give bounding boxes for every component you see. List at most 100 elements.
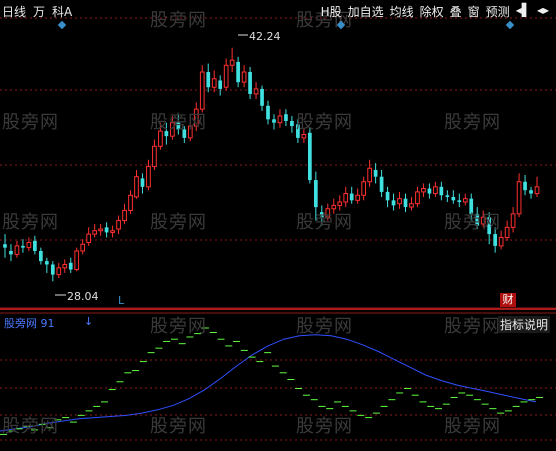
candle-body <box>433 186 438 195</box>
chart-toolbar: H股 加自选 均线 除权 叠 窗 预测 ◂▌ ◂▸ <box>318 3 552 20</box>
candle-body <box>457 200 462 203</box>
candle-body <box>134 176 139 198</box>
candle-body <box>26 242 32 249</box>
candle-body <box>331 204 337 210</box>
candle-body <box>504 226 510 238</box>
candle-body <box>462 198 468 203</box>
candle-body <box>272 119 276 123</box>
candle-body <box>290 120 294 127</box>
candle-body <box>469 198 474 214</box>
add-watchlist-button[interactable]: 加自选 <box>345 3 387 20</box>
indicator-explain-button[interactable]: 指标说明 <box>497 316 550 333</box>
candle-body <box>211 78 217 88</box>
forecast-button[interactable]: 预测 <box>483 3 513 20</box>
candle-body <box>158 130 163 147</box>
candle-body <box>325 208 331 218</box>
candle-body <box>421 188 426 193</box>
candle-body <box>80 243 86 252</box>
finance-report-marker[interactable]: 财 <box>500 293 516 307</box>
prev-icon[interactable]: ◂▌ <box>513 3 534 20</box>
candle-body <box>241 71 247 83</box>
candle-body <box>523 181 527 191</box>
high-price-label: 42.24 <box>249 30 281 43</box>
indicator-line <box>0 334 537 432</box>
candle-body <box>33 240 37 251</box>
candle-body <box>110 230 115 233</box>
candle-body <box>44 261 49 265</box>
candle-body <box>516 181 522 215</box>
candle-body <box>128 194 133 211</box>
candle-body <box>510 213 516 228</box>
candle-body <box>260 88 264 106</box>
candle-body <box>62 263 68 269</box>
candle-body <box>409 203 414 208</box>
candle-body <box>319 212 324 218</box>
candle-body <box>218 80 223 89</box>
candle-body <box>534 186 540 195</box>
candle-body <box>367 167 372 183</box>
candle-body <box>50 264 55 275</box>
candle-body <box>373 169 378 177</box>
expand-icon[interactable]: ◂▸ <box>534 3 552 20</box>
candle-body <box>86 233 92 244</box>
candle-body <box>253 88 259 95</box>
candle-body <box>199 71 205 110</box>
candle-body <box>164 131 169 137</box>
candle-body <box>296 124 300 138</box>
candle-body <box>308 132 312 181</box>
candle-body <box>349 193 354 201</box>
candle-body <box>21 245 25 248</box>
candle-body <box>529 190 533 194</box>
candle-body <box>9 250 13 255</box>
candle-body <box>206 72 211 88</box>
candle-body <box>3 244 7 248</box>
candle-body <box>493 234 498 246</box>
candle-body <box>266 105 270 120</box>
stock-name: 科A <box>52 5 73 19</box>
candle-body <box>182 129 187 138</box>
candle-body <box>355 194 361 201</box>
candle-body <box>361 181 367 196</box>
candle-body <box>403 198 408 208</box>
candle-body <box>68 262 73 270</box>
kline-chart[interactable] <box>0 0 556 451</box>
candle-body <box>140 178 145 187</box>
low-price-label: 28.04 <box>67 290 99 303</box>
candle-body <box>223 64 229 88</box>
candle-body <box>193 108 199 127</box>
moving-average-button[interactable]: 均线 <box>387 3 417 20</box>
candle-body <box>92 230 98 235</box>
h-share-button[interactable]: H股 <box>318 3 345 20</box>
chart-window: 股旁网 股旁网 股旁网 股旁网 股旁网 股旁网 股旁网 股旁网 股旁网 股旁网 … <box>0 0 556 451</box>
tab-unit[interactable]: 万 <box>33 3 45 20</box>
window-button[interactable]: 窗 <box>465 3 483 20</box>
candle-body <box>39 250 43 262</box>
tab-period[interactable]: 日线 <box>2 3 26 20</box>
candle-body <box>385 191 390 201</box>
candle-body <box>498 236 504 247</box>
ex-rights-button[interactable]: 除权 <box>417 3 447 20</box>
candle-body <box>313 180 318 208</box>
l-marker: L <box>118 294 125 307</box>
overlay-button[interactable]: 叠 <box>447 3 465 20</box>
candle-body <box>284 114 288 121</box>
down-arrow-icon: ↓ <box>84 315 94 328</box>
candle-body <box>337 201 343 206</box>
candle-body <box>277 115 283 124</box>
candle-body <box>229 59 235 66</box>
candle-body <box>415 191 420 205</box>
candle-body <box>74 250 80 271</box>
candle-body <box>391 200 396 206</box>
candle-body <box>236 61 240 83</box>
candle-body <box>397 198 402 205</box>
candle-body <box>248 72 252 94</box>
candle-body <box>170 122 175 137</box>
candle-body <box>445 195 450 197</box>
indicator-name: 股旁网 91 <box>4 317 55 330</box>
candle-body <box>122 209 127 222</box>
candle-body <box>152 145 157 168</box>
candle-body <box>187 125 193 139</box>
candle-body <box>104 227 109 233</box>
candle-body <box>475 213 480 226</box>
candle-body <box>116 220 121 230</box>
